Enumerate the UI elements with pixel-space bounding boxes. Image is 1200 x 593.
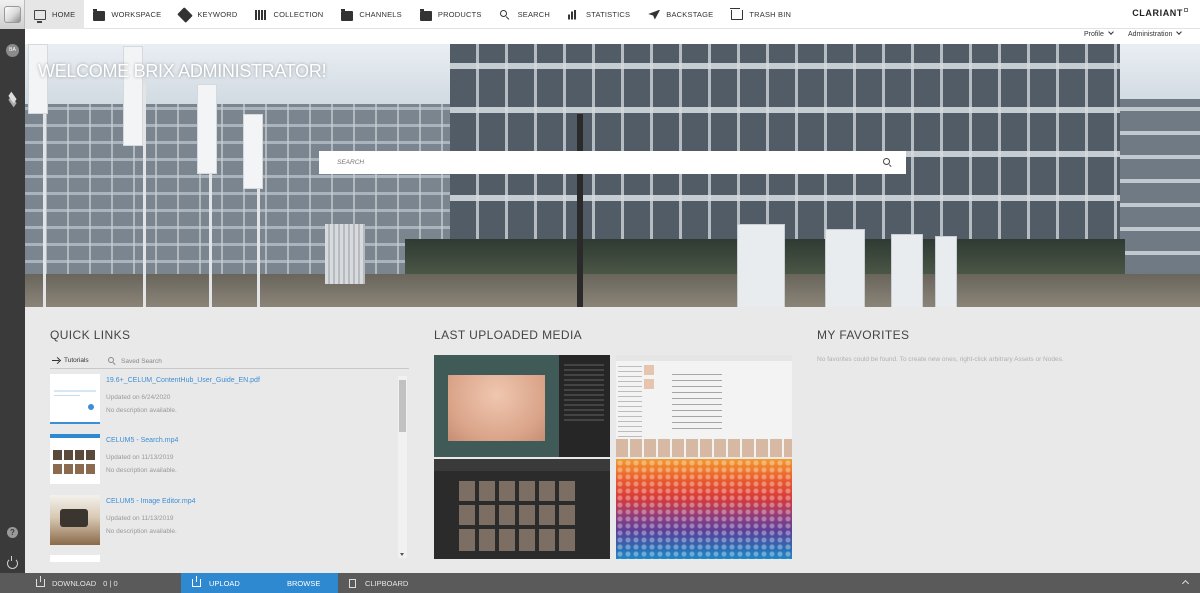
folder-icon (93, 8, 106, 21)
quick-links-title: QUICK LINKS (50, 328, 131, 342)
list-item[interactable] (50, 555, 395, 562)
user-menu-bar: Profile Administration (25, 29, 1200, 44)
hero-banner: WELCOME BRIX ADMINISTRATOR! (25, 44, 1200, 307)
upload-area: UPLOAD BROWSE (181, 573, 338, 593)
nav-keyword[interactable]: KEYWORD (170, 0, 246, 29)
media-thumbnail[interactable] (434, 459, 610, 559)
chevron-down-icon (1108, 29, 1114, 35)
folder-icon (341, 8, 354, 21)
search-icon (108, 357, 116, 365)
tag-icon (177, 6, 194, 23)
upload-button[interactable]: UPLOAD (192, 573, 240, 593)
tab-tutorials[interactable]: Tutorials (52, 357, 89, 364)
clipboard-icon (349, 578, 356, 588)
nav-backstage[interactable]: BACKSTAGE (639, 0, 722, 29)
last-uploaded-title: LAST UPLOADED MEDIA (434, 328, 583, 342)
download-button[interactable]: DOWNLOAD 0 | 0 (36, 573, 118, 593)
bottom-bar: DOWNLOAD 0 | 0 UPLOAD BROWSE CLIPBOARD (0, 573, 1200, 593)
administration-menu[interactable]: Administration (1128, 29, 1183, 38)
tab-saved-search[interactable]: Saved Search (108, 357, 162, 365)
monitor-icon (34, 9, 46, 23)
nav-collection[interactable]: COLLECTION (246, 0, 332, 29)
trash-icon (730, 7, 744, 20)
list-item[interactable]: CELUM5 - Image Editor.mp4 Updated on 11/… (50, 495, 395, 553)
upload-icon (192, 576, 201, 587)
download-icon (36, 576, 45, 587)
layers-icon[interactable] (7, 91, 18, 108)
left-sidebar: BA ? (0, 29, 25, 573)
search-icon (499, 9, 512, 20)
media-thumbnail[interactable] (616, 355, 792, 457)
welcome-heading: WELCOME BRIX ADMINISTRATOR! (38, 61, 327, 81)
top-navigation: HOME WORKSPACE KEYWORD COLLECTION CHANNE… (0, 0, 1200, 29)
document-thumbnail (50, 374, 100, 424)
video-thumbnail (50, 434, 100, 484)
profile-menu[interactable]: Profile (1084, 29, 1114, 38)
browse-button[interactable]: BROWSE (287, 573, 320, 593)
video-thumbnail (50, 495, 100, 545)
quick-links-scrollbar[interactable] (398, 376, 407, 558)
plane-icon (648, 9, 661, 20)
logo-icon (4, 6, 21, 23)
download-count: 0 | 0 (103, 578, 118, 588)
nav-products[interactable]: PRODUCTS (411, 0, 491, 29)
scroll-down-icon[interactable] (400, 553, 404, 556)
nav-workspace[interactable]: WORKSPACE (84, 0, 170, 29)
brand-mark-icon (1184, 8, 1188, 12)
power-icon[interactable] (7, 556, 18, 569)
folder-icon (419, 8, 432, 21)
nav-statistics[interactable]: STATISTICS (559, 0, 639, 29)
books-icon (255, 9, 268, 20)
list-item[interactable]: 19.6+_CELUM_ContentHub_User_Guide_EN.pdf… (50, 374, 395, 432)
hero-search (319, 151, 906, 174)
nav-home[interactable]: HOME (25, 0, 85, 29)
bar-chart-icon (568, 9, 577, 20)
main-menu: HOME WORKSPACE KEYWORD COLLECTION CHANNE… (25, 0, 800, 29)
media-thumbnail[interactable] (434, 355, 610, 457)
search-icon[interactable] (883, 158, 892, 167)
arrow-right-icon (52, 358, 60, 364)
app-logo[interactable] (0, 0, 25, 29)
help-icon[interactable]: ? (7, 527, 18, 538)
list-item[interactable]: CELUM5 - Search.mp4 Updated on 11/13/201… (50, 434, 395, 492)
scroll-thumb[interactable] (399, 380, 406, 432)
document-thumbnail (50, 555, 100, 562)
nav-trash-bin[interactable]: TRASH BIN (722, 0, 800, 29)
nav-search[interactable]: SEARCH (491, 0, 559, 29)
chevron-up-icon[interactable] (1181, 579, 1190, 588)
favorites-title: MY FAVORITES (817, 328, 910, 342)
avatar[interactable]: BA (6, 44, 19, 57)
media-thumbnail[interactable] (616, 459, 792, 559)
favorites-empty-message: No favorites could be found. To create n… (817, 356, 1064, 363)
quick-links-list: 19.6+_CELUM_ContentHub_User_Guide_EN.pdf… (50, 372, 409, 562)
nav-channels[interactable]: CHANNELS (332, 0, 410, 29)
clipboard-button[interactable]: CLIPBOARD (349, 573, 408, 593)
chevron-down-icon (1176, 29, 1183, 35)
brand-logo: CLARIANT (1132, 8, 1188, 18)
search-input[interactable] (319, 151, 879, 174)
quick-links-tabs: Tutorials Saved Search (50, 355, 409, 369)
